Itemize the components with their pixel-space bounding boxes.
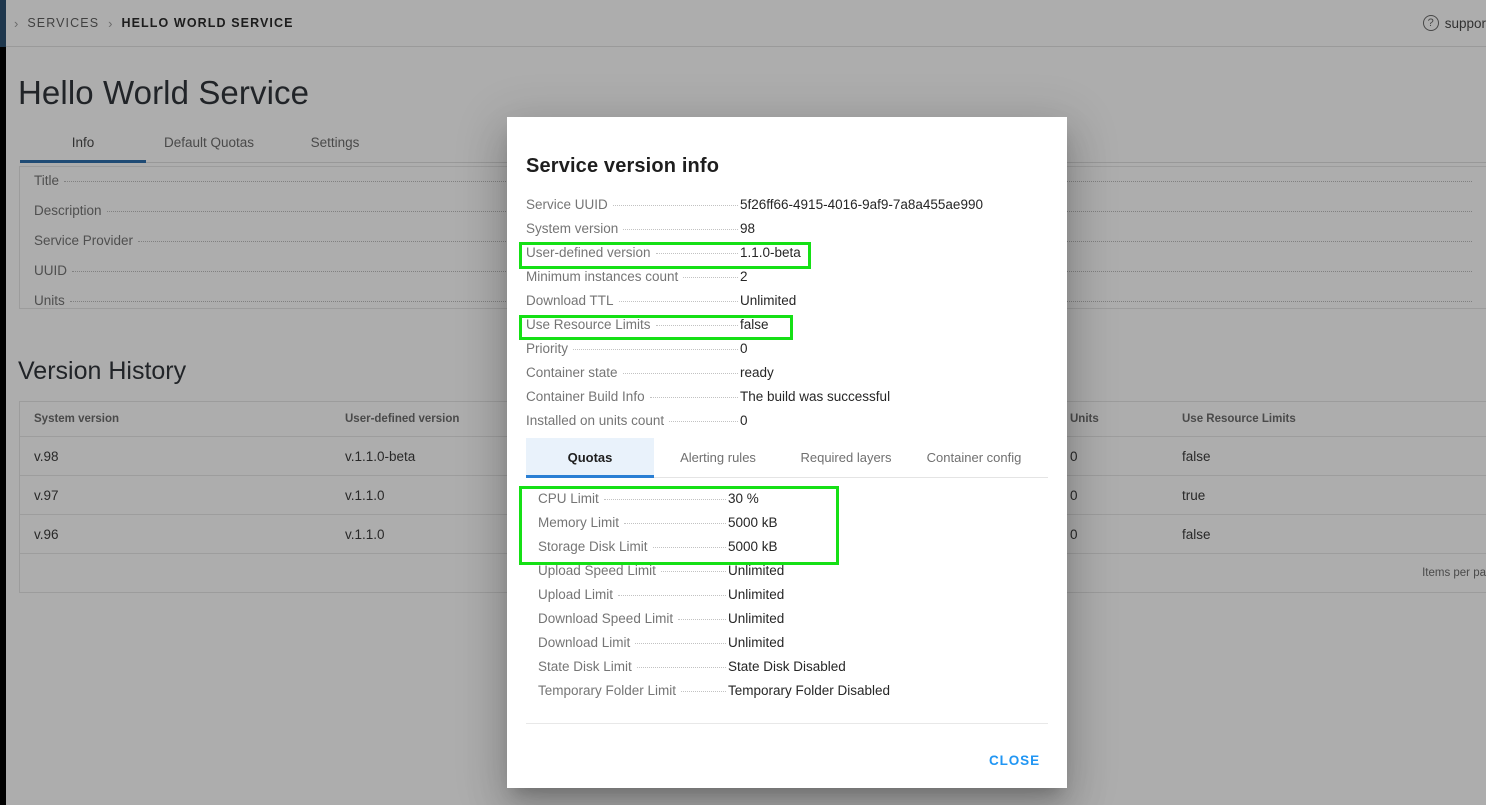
leader-dots — [623, 229, 738, 230]
service-version-info-dialog: Service version info Service UUID 5f26ff… — [507, 117, 1067, 788]
field-value: 98 — [740, 221, 756, 236]
leader-dots — [612, 205, 738, 206]
field-value: Unlimited — [740, 293, 797, 308]
quota-value: Unlimited — [728, 611, 785, 626]
dialog-tab-required-layers[interactable]: Required layers — [782, 438, 910, 477]
field-use-resource-limits: Use Resource Limits false — [526, 317, 1048, 341]
quota-state-disk-limit: State Disk Limit State Disk Disabled — [526, 659, 1048, 683]
quota-cpu-limit: CPU Limit 30 % — [526, 491, 1048, 515]
dialog-divider — [526, 723, 1048, 724]
quota-label: Upload Limit — [538, 587, 614, 602]
quota-label: Memory Limit — [538, 515, 620, 530]
dialog-tab-active-indicator — [526, 475, 654, 478]
quota-label: Temporary Folder Limit — [538, 683, 677, 698]
leader-dots — [624, 523, 726, 524]
quota-label: Download Limit — [538, 635, 631, 650]
leader-dots — [573, 349, 738, 350]
quota-label: Storage Disk Limit — [538, 539, 648, 554]
quota-temporary-folder-limit: Temporary Folder Limit Temporary Folder … — [526, 683, 1048, 707]
field-value: ready — [740, 365, 774, 380]
quota-value: State Disk Disabled — [728, 659, 846, 674]
leader-dots — [669, 421, 738, 422]
field-label: Container state — [526, 365, 618, 380]
dialog-title: Service version info — [526, 155, 720, 177]
field-download-ttl: Download TTL Unlimited — [526, 293, 1048, 317]
quota-memory-limit: Memory Limit 5000 kB — [526, 515, 1048, 539]
leader-dots — [618, 301, 738, 302]
field-container-build-info: Container Build Info The build was succe… — [526, 389, 1048, 413]
dialog-tab-container-config[interactable]: Container config — [910, 438, 1038, 477]
field-label: Priority — [526, 341, 569, 356]
field-container-state: Container state ready — [526, 365, 1048, 389]
leader-dots — [603, 499, 726, 500]
field-value: 0 — [740, 413, 748, 428]
quota-label: Upload Speed Limit — [538, 563, 656, 578]
field-value: false — [740, 317, 769, 332]
quota-upload-limit: Upload Limit Unlimited — [526, 587, 1048, 611]
field-installed-on-units-count: Installed on units count 0 — [526, 413, 1048, 437]
dialog-field-list: Service UUID 5f26ff66-4915-4016-9af9-7a8… — [526, 197, 1048, 437]
dialog-tabs: Quotas Alerting rules Required layers Co… — [526, 438, 1048, 477]
leader-dots — [660, 571, 726, 572]
field-value: 0 — [740, 341, 748, 356]
field-value: 1.1.0-beta — [740, 245, 801, 260]
quota-label: CPU Limit — [538, 491, 599, 506]
field-label: Container Build Info — [526, 389, 645, 404]
quota-upload-speed-limit: Upload Speed Limit Unlimited — [526, 563, 1048, 587]
leader-dots — [655, 253, 738, 254]
quota-value: Temporary Folder Disabled — [728, 683, 891, 698]
quota-value: Unlimited — [728, 635, 785, 650]
dialog-tab-quotas[interactable]: Quotas — [526, 438, 654, 477]
leader-dots — [678, 619, 726, 620]
field-value: 2 — [740, 269, 748, 284]
leader-dots — [635, 643, 726, 644]
field-label: Download TTL — [526, 293, 614, 308]
leader-dots — [618, 595, 726, 596]
quota-download-limit: Download Limit Unlimited — [526, 635, 1048, 659]
leader-dots — [655, 325, 738, 326]
field-value: The build was successful — [740, 389, 891, 404]
leader-dots — [622, 373, 738, 374]
quota-value: 5000 kB — [728, 539, 778, 554]
leader-dots — [649, 397, 738, 398]
field-value: 5f26ff66-4915-4016-9af9-7a8a455ae990 — [740, 197, 983, 212]
leader-dots — [683, 277, 738, 278]
field-service-uuid: Service UUID 5f26ff66-4915-4016-9af9-7a8… — [526, 197, 1048, 221]
field-priority: Priority 0 — [526, 341, 1048, 365]
quotas-list: CPU Limit 30 % Memory Limit 5000 kB Stor… — [526, 491, 1048, 707]
field-minimum-instances-count: Minimum instances count 2 — [526, 269, 1048, 293]
quota-storage-disk-limit: Storage Disk Limit 5000 kB — [526, 539, 1048, 563]
leader-dots — [636, 667, 726, 668]
quota-value: 30 % — [728, 491, 759, 506]
quota-value: Unlimited — [728, 587, 785, 602]
close-button[interactable]: CLOSE — [981, 747, 1048, 774]
field-system-version: System version 98 — [526, 221, 1048, 245]
leader-dots — [652, 547, 726, 548]
field-label: System version — [526, 221, 619, 236]
dialog-tab-alerting-rules[interactable]: Alerting rules — [654, 438, 782, 477]
quota-value: 5000 kB — [728, 515, 778, 530]
leader-dots — [681, 691, 726, 692]
field-label: User-defined version — [526, 245, 651, 260]
quota-label: Download Speed Limit — [538, 611, 674, 626]
field-label: Service UUID — [526, 197, 608, 212]
field-label: Minimum instances count — [526, 269, 679, 284]
quota-value: Unlimited — [728, 563, 785, 578]
quota-label: State Disk Limit — [538, 659, 632, 674]
quota-download-speed-limit: Download Speed Limit Unlimited — [526, 611, 1048, 635]
field-user-defined-version: User-defined version 1.1.0-beta — [526, 245, 1048, 269]
field-label: Installed on units count — [526, 413, 665, 428]
field-label: Use Resource Limits — [526, 317, 651, 332]
